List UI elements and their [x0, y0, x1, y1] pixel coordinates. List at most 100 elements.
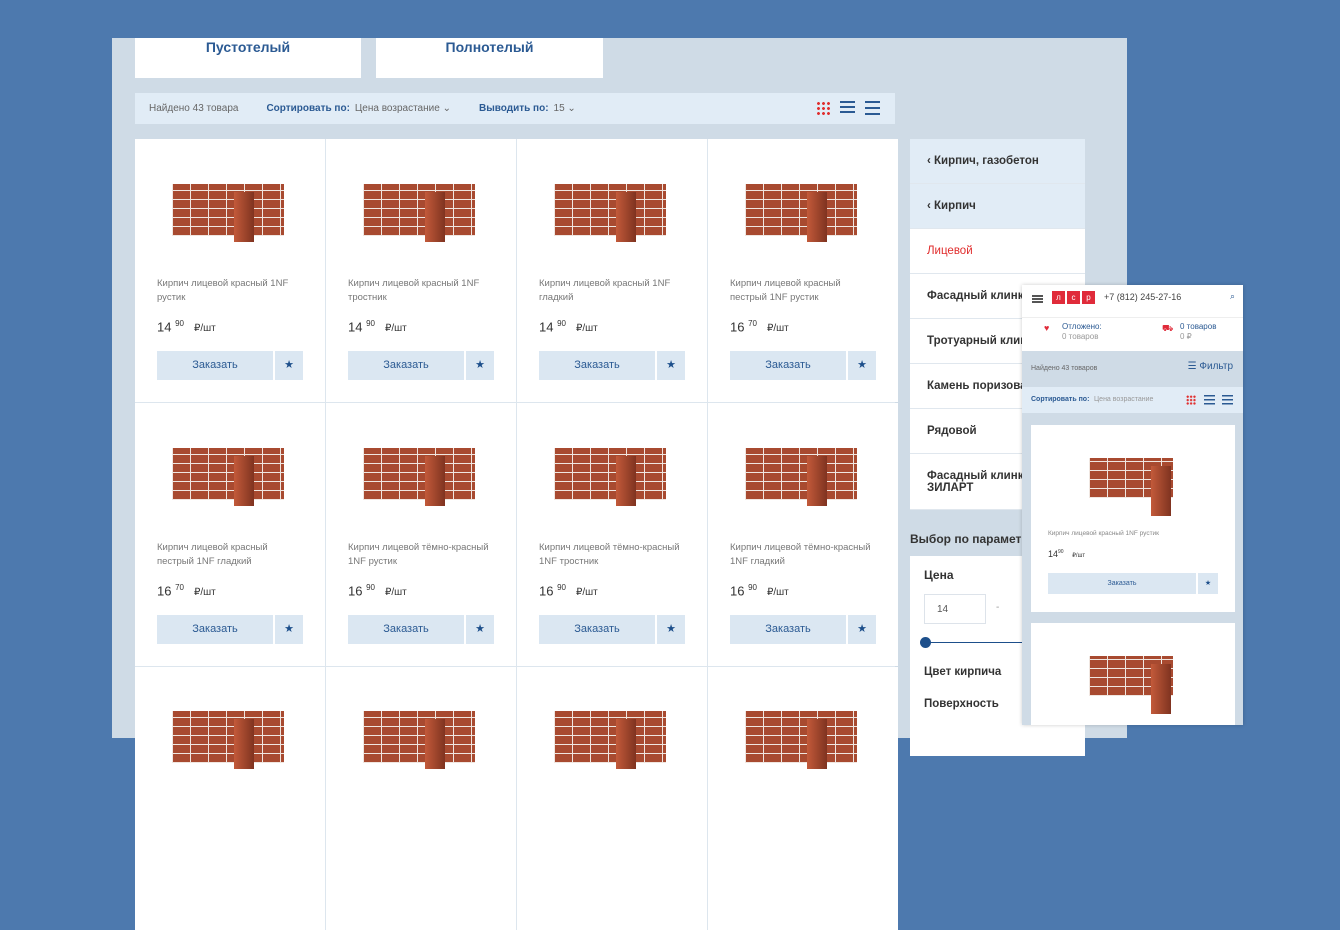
product-name[interactable]: Кирпич лицевой красный 1NF гладкий — [539, 277, 689, 305]
mobile-found: Найдено 43 товаров — [1031, 365, 1098, 372]
favorite-star-icon[interactable]: ★ — [657, 615, 685, 644]
product-card[interactable] — [326, 667, 516, 930]
favorite-star-icon[interactable]: ★ — [848, 351, 876, 380]
price-kop: 90 — [557, 319, 566, 328]
list-view-icon[interactable] — [1204, 395, 1215, 405]
mobile-product-card[interactable]: Кирпич лицевой красный 1NF рустик 1490 ₽… — [1031, 425, 1235, 612]
product-image — [172, 448, 284, 506]
logo-letter: р — [1082, 291, 1095, 304]
price-kop: 90 — [366, 583, 375, 592]
price-slider-handle[interactable] — [920, 637, 931, 648]
product-price: 14 90 ₽/шт — [348, 319, 407, 334]
order-button[interactable]: Заказать — [730, 615, 846, 644]
product-card[interactable] — [708, 667, 898, 930]
price-unit: ₽/шт — [194, 587, 216, 599]
product-image — [554, 184, 666, 242]
product-image — [745, 184, 857, 242]
favorite-star-icon[interactable]: ★ — [466, 615, 494, 644]
order-button[interactable]: Заказать — [1048, 573, 1196, 594]
grid-view-icon[interactable] — [816, 101, 831, 115]
favorite-star-icon[interactable]: ★ — [275, 351, 303, 380]
mobile-sort-select[interactable]: Цена возрастание — [1094, 396, 1153, 403]
filter-label: Фильтр — [1199, 361, 1233, 372]
cart-label[interactable]: 0 товаров — [1180, 322, 1216, 331]
price-kop: 90 — [175, 319, 184, 328]
list-view-icon[interactable] — [840, 101, 855, 115]
product-card[interactable]: Кирпич лицевой красный 1NF тростник 14 9… — [326, 139, 516, 402]
order-button[interactable]: Заказать — [157, 615, 273, 644]
product-price: 16 90 ₽/шт — [348, 583, 407, 598]
deferred-value: 0 товаров — [1062, 332, 1099, 341]
product-image — [363, 711, 475, 769]
product-name[interactable]: Кирпич лицевой красный пестрый 1NF гладк… — [157, 541, 307, 569]
phone[interactable]: +7 (812) 245-27-16 — [1104, 292, 1181, 302]
price-int: 16 — [539, 583, 554, 599]
color-filter[interactable]: Цвет кирпича — [924, 666, 1001, 678]
grid-view-icon[interactable] — [1186, 395, 1196, 405]
compact-view-icon[interactable] — [865, 101, 880, 115]
sidebar-item-active[interactable]: Лицевой — [910, 229, 1085, 274]
favorite-star-icon[interactable]: ★ — [275, 615, 303, 644]
deferred-label[interactable]: Отложено: — [1062, 322, 1102, 331]
product-card[interactable]: Кирпич лицевой красный 1NF гладкий 14 90… — [517, 139, 707, 402]
product-price: 16 70 ₽/шт — [730, 319, 789, 334]
favorite-star-icon[interactable]: ★ — [657, 351, 685, 380]
perpage-label: Выводить по: — [478, 103, 549, 114]
price-int: 14 — [539, 319, 554, 335]
favorite-star-icon[interactable]: ★ — [848, 615, 876, 644]
favorite-star-icon[interactable]: ★ — [466, 351, 494, 380]
sidebar-item[interactable]: ‹ Кирпич — [910, 184, 1085, 229]
product-image — [172, 711, 284, 769]
sort-value: Цена возрастание — [354, 103, 440, 114]
product-card[interactable]: Кирпич лицевой тёмно-красный 1NF тростни… — [517, 403, 707, 666]
mobile-sort-label: Сортировать по: — [1031, 396, 1090, 403]
order-button[interactable]: Заказать — [539, 615, 655, 644]
perpage-select[interactable]: 15 ⌄ — [554, 103, 576, 114]
product-image — [363, 448, 475, 506]
category-solid[interactable]: Полнотелый — [376, 38, 603, 78]
price-unit: ₽/шт — [576, 323, 598, 335]
mobile-preview: л с р +7 (812) 245-27-16 ⌕ ♥ Отложено: 0… — [1022, 285, 1243, 725]
price-kop: 90 — [748, 583, 757, 592]
sidebar-item[interactable]: ‹ Кирпич, газобетон — [910, 139, 1085, 184]
product-card[interactable]: Кирпич лицевой красный пестрый 1NF гладк… — [135, 403, 325, 666]
mobile-product-card[interactable] — [1031, 623, 1235, 725]
product-image — [363, 184, 475, 242]
mobile-sort-bar: Сортировать по: Цена возрастание — [1022, 387, 1243, 413]
order-button[interactable]: Заказать — [348, 615, 464, 644]
product-name[interactable]: Кирпич лицевой тёмно-красный 1NF тростни… — [539, 541, 689, 569]
price-kop: 90 — [557, 583, 566, 592]
surface-filter[interactable]: Поверхность — [924, 698, 999, 710]
product-name[interactable]: Кирпич лицевой красный 1NF тростник — [348, 277, 498, 305]
product-card[interactable]: Кирпич лицевой тёмно-красный 1NF гладкий… — [708, 403, 898, 666]
product-card[interactable]: Кирпич лицевой красный 1NF рустик 14 90 ₽… — [135, 139, 325, 402]
category-hollow[interactable]: Пустотелый — [135, 38, 361, 78]
product-card[interactable] — [517, 667, 707, 930]
menu-icon[interactable] — [1032, 295, 1043, 303]
product-name[interactable]: Кирпич лицевой тёмно-красный 1NF рустик — [348, 541, 498, 569]
product-name[interactable]: Кирпич лицевой тёмно-красный 1NF гладкий — [730, 541, 880, 569]
price-int: 14 — [348, 319, 363, 335]
order-button[interactable]: Заказать — [730, 351, 846, 380]
favorite-button[interactable]: ★ — [1198, 573, 1218, 594]
price-kop: 90 — [366, 319, 375, 328]
product-card[interactable]: Кирпич лицевой красный пестрый 1NF русти… — [708, 139, 898, 402]
search-icon[interactable]: ⌕ — [1230, 291, 1235, 302]
mobile-found-bar: Найдено 43 товаров ☰ Фильтр — [1022, 351, 1243, 387]
product-card[interactable]: Кирпич лицевой тёмно-красный 1NF рустик … — [326, 403, 516, 666]
product-price: 16 90 ₽/шт — [539, 583, 598, 598]
found-count: Найдено 43 товара — [149, 103, 239, 114]
category-label: Пустотелый — [205, 39, 291, 55]
product-price: 16 90 ₽/шт — [730, 583, 789, 598]
order-button[interactable]: Заказать — [539, 351, 655, 380]
sort-select[interactable]: Цена возрастание ⌄ — [355, 103, 451, 114]
product-card[interactable] — [135, 667, 325, 930]
order-button[interactable]: Заказать — [157, 351, 273, 380]
product-name[interactable]: Кирпич лицевой красный пестрый 1NF русти… — [730, 277, 880, 305]
filter-button[interactable]: ☰ Фильтр — [1188, 361, 1233, 372]
price-from-input[interactable]: 14 — [924, 594, 986, 624]
compact-view-icon[interactable] — [1222, 395, 1233, 405]
order-button[interactable]: Заказать — [348, 351, 464, 380]
product-name[interactable]: Кирпич лицевой красный 1NF рустик — [157, 277, 307, 305]
logo: л с р — [1052, 291, 1095, 304]
